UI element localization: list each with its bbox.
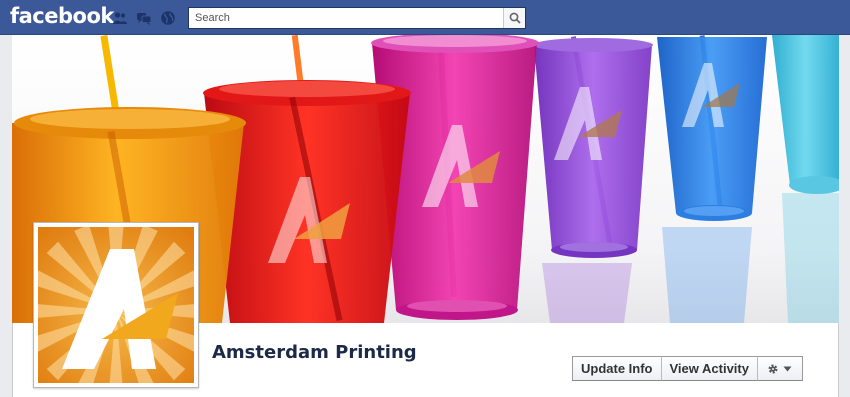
search-button[interactable] (503, 8, 525, 28)
right-gutter (839, 35, 850, 397)
notification-jewels (112, 10, 176, 26)
left-gutter (0, 35, 12, 397)
globe-icon[interactable] (160, 10, 176, 26)
facebook-logo[interactable]: facebook (10, 4, 114, 28)
profile-picture[interactable] (26, 221, 206, 397)
search-icon (509, 12, 521, 24)
gear-icon (768, 363, 778, 374)
caret-down-icon (783, 366, 792, 371)
top-navigation-bar: facebook (0, 0, 850, 35)
page-actions: Update Info View Activity (572, 356, 803, 381)
amsterdam-printing-logo (26, 221, 206, 397)
view-activity-button[interactable]: View Activity (660, 356, 758, 381)
page-title[interactable]: Amsterdam Printing (212, 342, 417, 363)
search-box (188, 7, 526, 29)
friends-icon[interactable] (112, 10, 128, 26)
search-input[interactable] (189, 8, 505, 28)
settings-dropdown-button[interactable] (756, 356, 803, 381)
messages-icon[interactable] (136, 10, 152, 26)
update-info-button[interactable]: Update Info (572, 356, 662, 381)
